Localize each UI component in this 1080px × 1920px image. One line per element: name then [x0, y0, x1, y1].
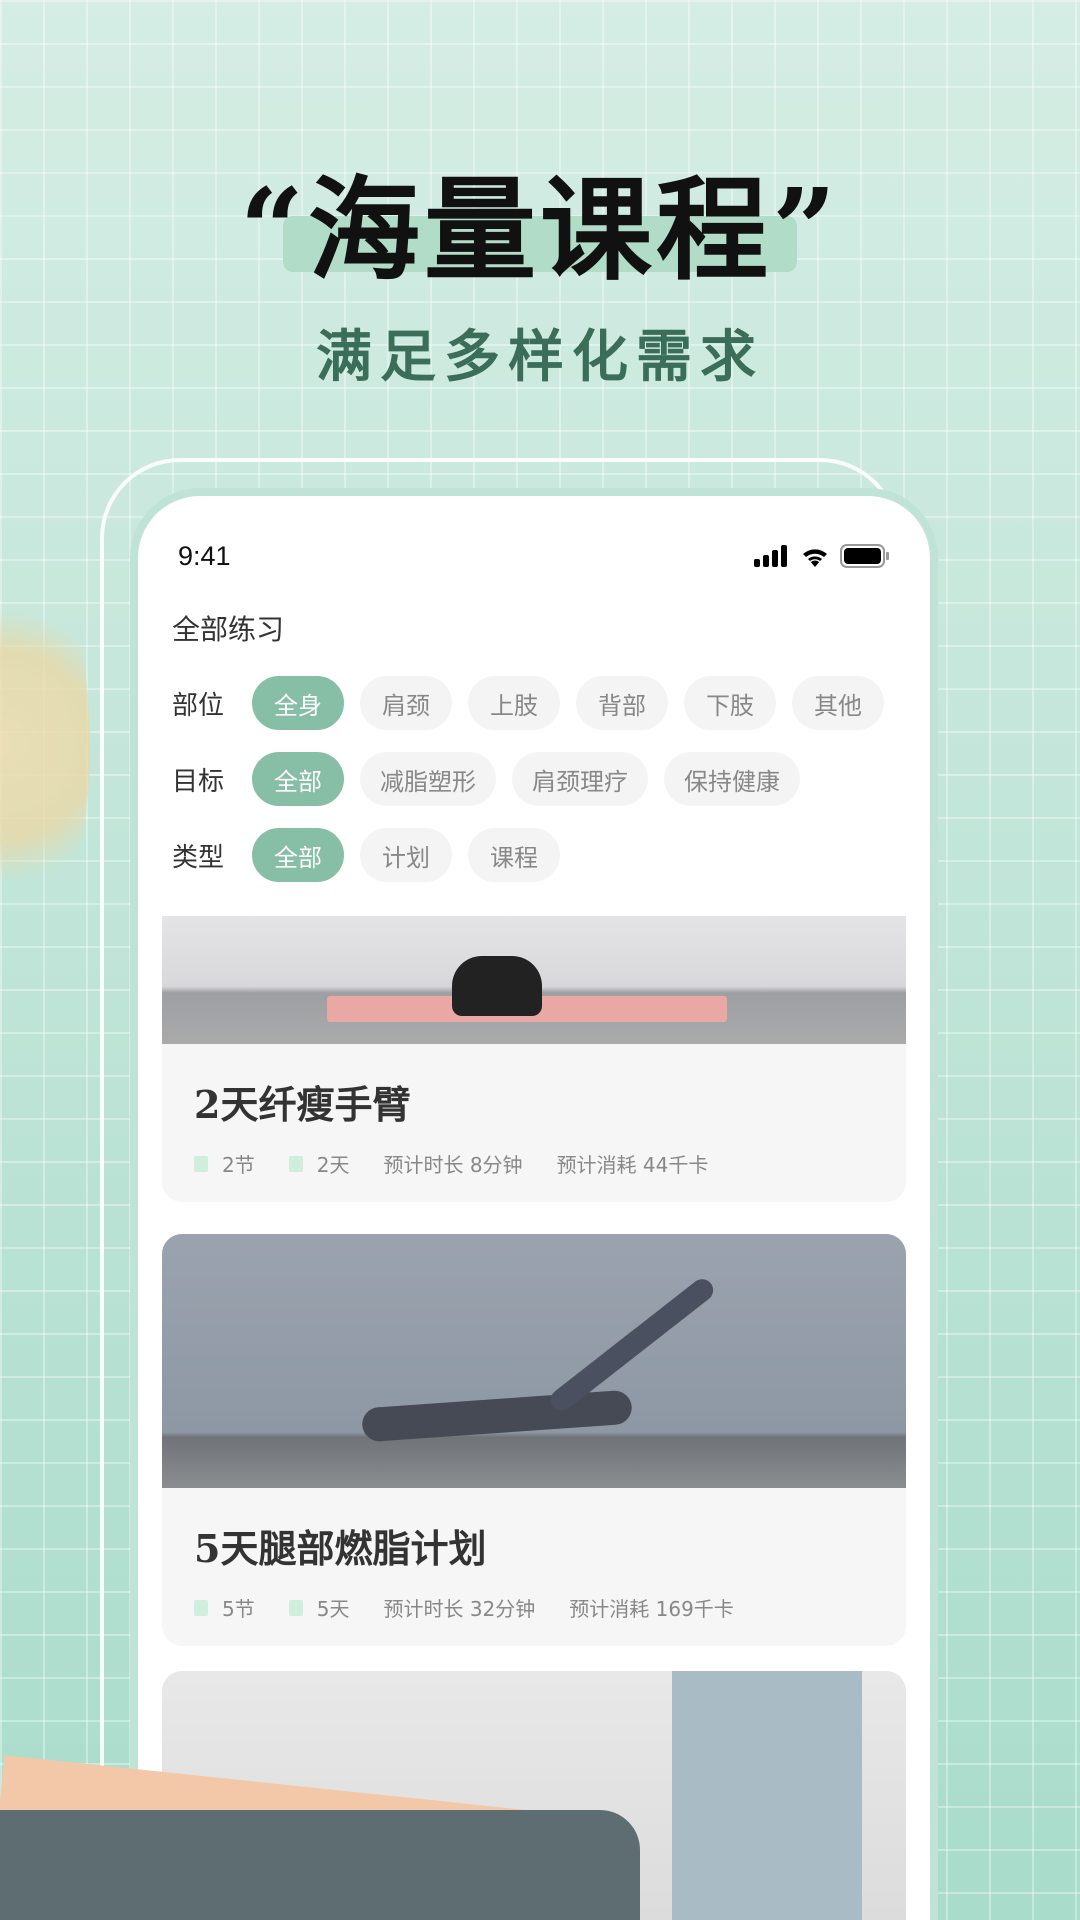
- course-card[interactable]: 2天纤瘦手臂 2节 2天 预计时长 8分钟 预计消耗 44千卡: [162, 916, 906, 1202]
- course-image: [162, 1234, 906, 1488]
- chip-all[interactable]: 全部: [252, 752, 344, 806]
- promo-headline: “海量课程”: [239, 165, 841, 296]
- filter-label: 类型: [172, 842, 225, 873]
- section-title: 全部练习: [172, 613, 285, 646]
- duration: 预计时长 32分钟: [383, 1597, 536, 1621]
- calories: 预计消耗 44千卡: [556, 1153, 709, 1177]
- battery-icon: [840, 544, 889, 568]
- chip-all[interactable]: 全部: [252, 828, 344, 882]
- chip-full-body[interactable]: 全身: [252, 676, 344, 730]
- chip-upper-limb[interactable]: 上肢: [468, 676, 560, 730]
- filter-label: 目标: [172, 766, 225, 797]
- calendar-icon: [288, 1155, 303, 1172]
- calendar-icon: [288, 1599, 303, 1616]
- chip-back[interactable]: 背部: [576, 676, 668, 730]
- course-title: 2天纤瘦手臂: [194, 1082, 411, 1127]
- duration: 预计时长 8分钟: [383, 1153, 523, 1177]
- phone-screen: 9:41 全部练习 部位 全身 肩颈 上肢 背部 下肢 其他 目标 全部 减脂塑…: [130, 488, 938, 1920]
- days: 5天: [316, 1597, 350, 1621]
- filter-label: 部位: [172, 690, 225, 721]
- course-title: 5天腿部燃脂计划: [194, 1526, 487, 1571]
- calories: 预计消耗 169千卡: [569, 1597, 734, 1621]
- wifi-icon: [803, 549, 827, 567]
- chip-stay-healthy[interactable]: 保持健康: [664, 752, 800, 806]
- sessions: 2节: [222, 1153, 255, 1177]
- filter-row-goal: 目标 全部 减脂塑形 肩颈理疗 保持健康: [172, 752, 800, 806]
- chip-course[interactable]: 课程: [468, 828, 560, 882]
- filter-row-type: 类型 全部 计划 课程: [172, 828, 560, 882]
- days: 2天: [316, 1153, 350, 1177]
- sessions-icon: [194, 1599, 208, 1616]
- chip-neck-therapy[interactable]: 肩颈理疗: [512, 752, 648, 806]
- filter-row-body-part: 部位 全身 肩颈 上肢 背部 下肢 其他: [172, 676, 884, 730]
- chip-plan[interactable]: 计划: [360, 828, 452, 882]
- chip-fat-loss[interactable]: 减脂塑形: [360, 752, 496, 806]
- chip-shoulder-neck[interactable]: 肩颈: [360, 676, 452, 730]
- promo-subtitle: 满足多样化需求: [316, 325, 764, 390]
- decorative-sofa: [0, 1810, 640, 1920]
- sessions-icon: [194, 1155, 208, 1172]
- decorative-blob: [0, 580, 90, 910]
- status-bar: 9:41: [178, 536, 890, 576]
- chip-other[interactable]: 其他: [792, 676, 884, 730]
- sessions: 5节: [222, 1597, 255, 1621]
- status-time: 9:41: [178, 540, 231, 571]
- chip-lower-limb[interactable]: 下肢: [684, 676, 776, 730]
- course-image: [162, 916, 906, 1044]
- signal-icon: [754, 545, 787, 567]
- course-card[interactable]: 5天腿部燃脂计划 5节 5天 预计时长 32分钟 预计消耗 169千卡: [162, 1234, 906, 1646]
